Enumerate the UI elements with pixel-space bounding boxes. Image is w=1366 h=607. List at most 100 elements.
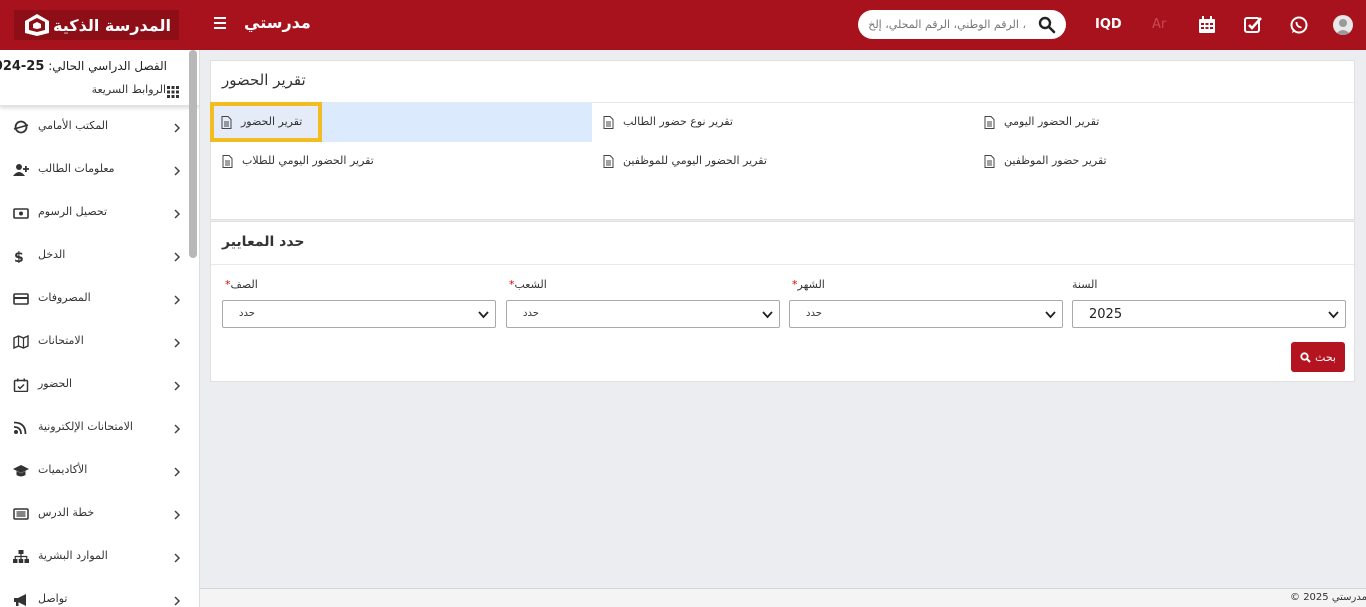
sidebar-item-label: الموارد البشرية bbox=[38, 549, 108, 562]
search-icon bbox=[1300, 351, 1311, 363]
copyright: مدرستي 2025 © bbox=[1290, 592, 1366, 603]
footer: مدرستي 2025 © bbox=[200, 588, 1366, 607]
rss-icon bbox=[13, 421, 27, 435]
document-icon bbox=[984, 155, 995, 168]
sidebar-scrollbar[interactable] bbox=[189, 50, 197, 258]
search-button[interactable]: بحث bbox=[1291, 342, 1345, 372]
dollar-icon: $ bbox=[14, 250, 24, 263]
calendar-check-icon bbox=[13, 378, 29, 392]
chevron-down-icon bbox=[1045, 311, 1056, 319]
sidebar-item-exams[interactable]: الامتحانات bbox=[0, 322, 189, 365]
sidebar-item-fees-collection[interactable]: تحصيل الرسوم bbox=[0, 193, 189, 236]
reports-title: تقرير الحضور bbox=[222, 71, 306, 89]
sidebar-item-income[interactable]: $ الدخل bbox=[0, 236, 189, 279]
month-select[interactable]: حدد bbox=[789, 300, 1063, 328]
semester-label: الفصل الدراسي الحالي: bbox=[48, 59, 167, 73]
chevron-icon bbox=[174, 381, 181, 391]
section-select[interactable]: حدد bbox=[506, 300, 780, 328]
search-button-label: بحث bbox=[1315, 350, 1336, 364]
sidebar-item-communication[interactable]: تواصل bbox=[0, 580, 189, 607]
document-icon bbox=[222, 155, 233, 168]
chevron-icon bbox=[174, 209, 181, 219]
chevron-down-icon bbox=[478, 311, 489, 319]
grid-icon[interactable] bbox=[167, 86, 179, 98]
sidebar-item-label: الامتحانات bbox=[38, 334, 84, 347]
sidebar-item-expenses[interactable]: المصروفات bbox=[0, 279, 189, 322]
month-label: الشهر* bbox=[792, 278, 825, 291]
report-label: تقرير نوع حضور الطالب bbox=[623, 115, 733, 128]
chevron-icon bbox=[174, 553, 181, 563]
report-link-student-attendance-type[interactable]: تقرير نوع حضور الطالب bbox=[592, 103, 973, 142]
chevron-icon bbox=[174, 295, 181, 305]
sidebar-item-label: الحضور bbox=[38, 377, 73, 390]
app-name: مدرستي bbox=[244, 13, 311, 32]
semester-value: 2024-25 bbox=[0, 59, 45, 74]
report-label: تقرير الحضور bbox=[241, 115, 303, 128]
sidebar: الفصل الدراسي الحالي: 2024-25 الروابط ال… bbox=[0, 50, 200, 607]
search-input[interactable] bbox=[866, 14, 1026, 34]
search-icon[interactable] bbox=[1038, 16, 1056, 34]
user-avatar[interactable] bbox=[1333, 15, 1353, 35]
report-label: تقرير الحضور اليومي للموظفين bbox=[623, 154, 767, 167]
sidebar-item-label: تواصل bbox=[38, 592, 68, 605]
class-select[interactable]: حدد bbox=[222, 300, 496, 328]
chevron-down-icon bbox=[762, 311, 773, 319]
currency-selector[interactable]: IQD bbox=[1095, 17, 1122, 32]
user-plus-icon bbox=[13, 164, 29, 176]
sidebar-item-front-desk[interactable]: المكتب الأمامي bbox=[0, 107, 189, 150]
chevron-icon bbox=[174, 596, 181, 606]
logo[interactable]: المدرسة الذكية bbox=[14, 10, 179, 40]
sidebar-item-academics[interactable]: الأكاديميات bbox=[0, 451, 189, 494]
criteria-panel: حدد المعايير الصف* حدد الشعب* حدد الشهر*… bbox=[210, 221, 1355, 382]
chevron-icon bbox=[174, 123, 181, 133]
chevron-icon bbox=[174, 338, 181, 348]
year-select[interactable]: 2025 bbox=[1072, 300, 1346, 328]
sidebar-item-student-info[interactable]: معلومات الطالب bbox=[0, 150, 189, 193]
active-report-highlight[interactable]: تقرير الحضور bbox=[210, 102, 322, 142]
report-label: تقرير حضور الموظفين bbox=[1004, 154, 1107, 167]
sidebar-item-label: المكتب الأمامي bbox=[38, 119, 109, 132]
class-select-value: حدد bbox=[239, 308, 255, 319]
sidebar-item-human-resources[interactable]: الموارد البشرية bbox=[0, 537, 189, 580]
list-icon bbox=[13, 508, 29, 520]
task-check-icon[interactable] bbox=[1243, 15, 1263, 35]
divider bbox=[211, 264, 1354, 265]
document-icon bbox=[603, 155, 614, 168]
whatsapp-icon[interactable] bbox=[1289, 15, 1309, 35]
top-bar: المدرسة الذكية مدرستي IQD Ar bbox=[0, 0, 1366, 50]
money-icon bbox=[13, 208, 29, 219]
sidebar-item-attendance[interactable]: الحضور bbox=[0, 365, 189, 408]
graduation-cap-icon bbox=[13, 465, 29, 477]
sidebar-item-label: تحصيل الرسوم bbox=[38, 205, 108, 218]
chevron-icon bbox=[174, 166, 181, 176]
user-icon bbox=[1335, 19, 1351, 35]
section-select-value: حدد bbox=[523, 308, 539, 319]
language-selector[interactable]: Ar bbox=[1152, 17, 1166, 32]
attendance-reports-panel: تقرير الحضور تقرير الحضور تقرير نوع حضور… bbox=[210, 60, 1355, 220]
sidebar-item-label: الدخل bbox=[38, 248, 66, 261]
criteria-title: حدد المعايير bbox=[222, 234, 305, 250]
chevron-icon bbox=[174, 424, 181, 434]
sidebar-item-label: المصروفات bbox=[38, 291, 91, 304]
svg-text:$: $ bbox=[14, 250, 24, 263]
sidebar-item-label: خطة الدرس bbox=[38, 506, 95, 519]
sidebar-item-lesson-plan[interactable]: خطة الدرس bbox=[0, 494, 189, 537]
year-select-value: 2025 bbox=[1089, 307, 1123, 322]
menu-toggle-icon[interactable] bbox=[214, 17, 226, 29]
month-select-value: حدد bbox=[806, 308, 822, 319]
report-label: تقرير الحضور اليومي bbox=[1004, 115, 1100, 128]
sidebar-item-online-exams[interactable]: الامتحانات الإلكترونية bbox=[0, 408, 189, 451]
report-link-staff-daily-attendance[interactable]: تقرير الحضور اليومي للموظفين bbox=[592, 142, 973, 181]
report-link-student-daily-attendance[interactable]: تقرير الحضور اليومي للطلاب bbox=[211, 142, 592, 181]
report-link-daily-attendance[interactable]: تقرير الحضور اليومي bbox=[973, 103, 1354, 142]
chevron-down-icon bbox=[1328, 311, 1339, 319]
school-logo-icon bbox=[25, 14, 49, 36]
bullhorn-icon bbox=[14, 594, 26, 606]
year-label: السنة bbox=[1072, 278, 1098, 291]
quick-links[interactable]: الروابط السريعة bbox=[92, 83, 166, 96]
global-search bbox=[858, 10, 1066, 39]
sidebar-item-label: معلومات الطالب bbox=[38, 162, 115, 175]
calendar-icon[interactable] bbox=[1197, 15, 1217, 35]
report-link-staff-attendance[interactable]: تقرير حضور الموظفين bbox=[973, 142, 1354, 181]
document-icon bbox=[603, 116, 614, 129]
